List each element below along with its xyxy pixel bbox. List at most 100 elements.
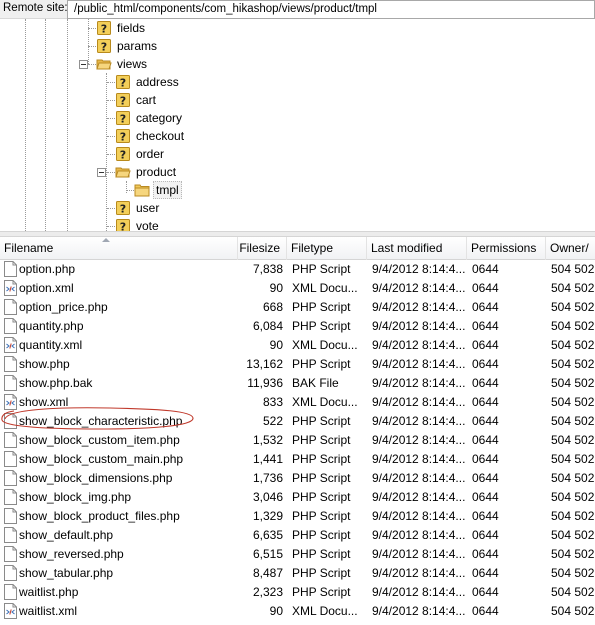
file-last-modified: 9/4/2012 8:14:4...	[372, 338, 466, 352]
file-permissions: 0644	[472, 528, 499, 542]
file-permissions: 0644	[472, 433, 499, 447]
file-last-modified: 9/4/2012 8:14:4...	[372, 376, 466, 390]
file-size: 8,487	[252, 566, 283, 580]
file-permissions: 0644	[472, 490, 499, 504]
file-row[interactable]: show_tabular.php 8,487 PHP Script 9/4/2012 …	[0, 564, 595, 583]
file-name: option.xml	[19, 281, 74, 295]
file-size: 2,323	[252, 585, 283, 599]
file-last-modified: 9/4/2012 8:14:4...	[372, 281, 466, 295]
file-type: PHP Script	[292, 357, 351, 371]
file-type: PHP Script	[292, 585, 351, 599]
svg-text:?: ?	[120, 77, 126, 90]
file-size: 1,441	[252, 452, 283, 466]
tree-connector	[107, 154, 115, 155]
column-header-filesize[interactable]: Filesize	[238, 237, 287, 260]
file-permissions: 0644	[472, 452, 499, 466]
file-row[interactable]: quantity.php 6,084 PHP Script 9/4/2012 8:14…	[0, 317, 595, 336]
tree-guide-line	[25, 19, 26, 231]
file-row[interactable]: waitlist.php 2,323 PHP Script 9/4/2012 8:14…	[0, 583, 595, 602]
file-row[interactable]: show_block_img.php 3,046 PHP Script 9/4/201…	[0, 488, 595, 507]
file-size: 90	[269, 604, 283, 618]
file-name: show_reversed.php	[19, 547, 124, 561]
file-name: waitlist.xml	[19, 604, 78, 618]
file-size: 13,162	[246, 357, 283, 371]
column-header-filetype[interactable]: Filetype	[287, 237, 367, 260]
file-permissions: 0644	[472, 585, 499, 599]
tree-item-label: product	[136, 165, 177, 179]
file-permissions: 0644	[472, 376, 499, 390]
file-permissions: 0644	[472, 357, 499, 371]
file-owner: 504 502	[551, 547, 595, 561]
file-permissions: 0644	[472, 566, 499, 580]
file-row[interactable]: option.xml 90 XML Docu... 9/4/2012 8:14:4..…	[0, 279, 595, 298]
svg-text:?: ?	[120, 113, 126, 126]
file-type: PHP Script	[292, 566, 351, 580]
file-name: option_price.php	[19, 300, 108, 314]
file-row[interactable]: show_block_custom_main.php 1,441 PHP Scrip…	[0, 450, 595, 469]
tree-guide-line	[88, 19, 89, 64]
file-last-modified: 9/4/2012 8:14:4...	[372, 509, 466, 523]
file-permissions: 0644	[472, 414, 499, 428]
file-name: show_block_custom_main.php	[19, 452, 184, 466]
file-row[interactable]: waitlist.xml 90 XML Docu... 9/4/2012 8:14:4…	[0, 602, 595, 621]
column-header-owner[interactable]: Owner/	[546, 237, 595, 260]
file-row[interactable]: show_block_custom_item.php 1,532 PHP Scrip…	[0, 431, 595, 450]
file-type: PHP Script	[292, 433, 351, 447]
file-row[interactable]: show.php.bak 11,936 BAK File 9/4/2012 8:14:…	[0, 374, 595, 393]
file-permissions: 0644	[472, 509, 499, 523]
file-last-modified: 9/4/2012 8:14:4...	[372, 414, 466, 428]
file-last-modified: 9/4/2012 8:14:4...	[372, 490, 466, 504]
file-permissions: 0644	[472, 471, 499, 485]
file-size: 90	[269, 281, 283, 295]
tree-item-label: order	[136, 147, 165, 161]
remote-directory-tree[interactable]: ? fields? params views? address? cart? categor…	[0, 19, 595, 231]
file-owner: 504 502	[551, 281, 595, 295]
file-owner: 504 502	[551, 509, 595, 523]
file-row[interactable]: show.php 13,162 PHP Script 9/4/2012 8:14:4.…	[0, 355, 595, 374]
file-last-modified: 9/4/2012 8:14:4...	[372, 433, 466, 447]
file-row[interactable]: quantity.xml 90 XML Docu... 9/4/2012 8:14:4…	[0, 336, 595, 355]
svg-text:?: ?	[120, 131, 126, 144]
file-list-header: Filename Filesize Filetype Last modified…	[0, 237, 595, 260]
file-permissions: 0644	[472, 262, 499, 276]
file-name: quantity.php	[19, 319, 84, 333]
file-type: XML Docu...	[292, 338, 358, 352]
tree-connector	[88, 64, 96, 65]
file-name: option.php	[19, 262, 76, 276]
tree-connector	[107, 82, 115, 83]
file-permissions: 0644	[472, 300, 499, 314]
collapse-toggle-icon[interactable]	[79, 60, 88, 69]
column-header-filename[interactable]: Filename	[0, 237, 238, 260]
file-row[interactable]: option.php 7,838 PHP Script 9/4/2012 8:14:4…	[0, 260, 595, 279]
file-permissions: 0644	[472, 395, 499, 409]
file-type: XML Docu...	[292, 281, 358, 295]
file-row[interactable]: show_block_characteristic.php 522 PHP Scri…	[0, 412, 595, 431]
file-name: show_block_dimensions.php	[19, 471, 173, 485]
collapse-toggle-icon[interactable]	[97, 168, 106, 177]
file-last-modified: 9/4/2012 8:14:4...	[372, 528, 466, 542]
file-row[interactable]: show_default.php 6,635 PHP Script 9/4/2012 …	[0, 526, 595, 545]
file-size: 1,736	[252, 471, 283, 485]
file-row[interactable]: show_reversed.php 6,515 PHP Script 9/4/2012…	[0, 545, 595, 564]
column-header-last-modified[interactable]: Last modified	[367, 237, 467, 260]
file-type: PHP Script	[292, 300, 351, 314]
remote-file-list[interactable]: option.php 7,838 PHP Script 9/4/2012 8:14:4…	[0, 260, 595, 625]
file-row[interactable]: show.xml 833 XML Docu... 9/4/2012 8:14:4...…	[0, 393, 595, 412]
file-name: show_block_img.php	[19, 490, 132, 504]
file-permissions: 0644	[472, 604, 499, 618]
file-row[interactable]: show_block_dimensions.php 1,736 PHP Script…	[0, 469, 595, 488]
tree-guide-line	[67, 19, 68, 231]
file-row[interactable]: option_price.php 668 PHP Script 9/4/2012 8:…	[0, 298, 595, 317]
tree-connector	[107, 208, 115, 209]
remote-site-path-input[interactable]: /public_html/components/com_hikashop/vie…	[67, 0, 595, 19]
file-row[interactable]: show_block_product_files.php 1,329 PHP Scr…	[0, 507, 595, 526]
tree-connector	[88, 46, 96, 47]
file-owner: 504 502	[551, 566, 595, 580]
file-owner: 504 502	[551, 433, 595, 447]
file-owner: 504 502	[551, 376, 595, 390]
file-type: PHP Script	[292, 509, 351, 523]
column-header-permissions[interactable]: Permissions	[467, 237, 546, 260]
tree-connector	[88, 28, 96, 29]
tree-connector	[107, 118, 115, 119]
file-name: show_block_custom_item.php	[19, 433, 180, 447]
